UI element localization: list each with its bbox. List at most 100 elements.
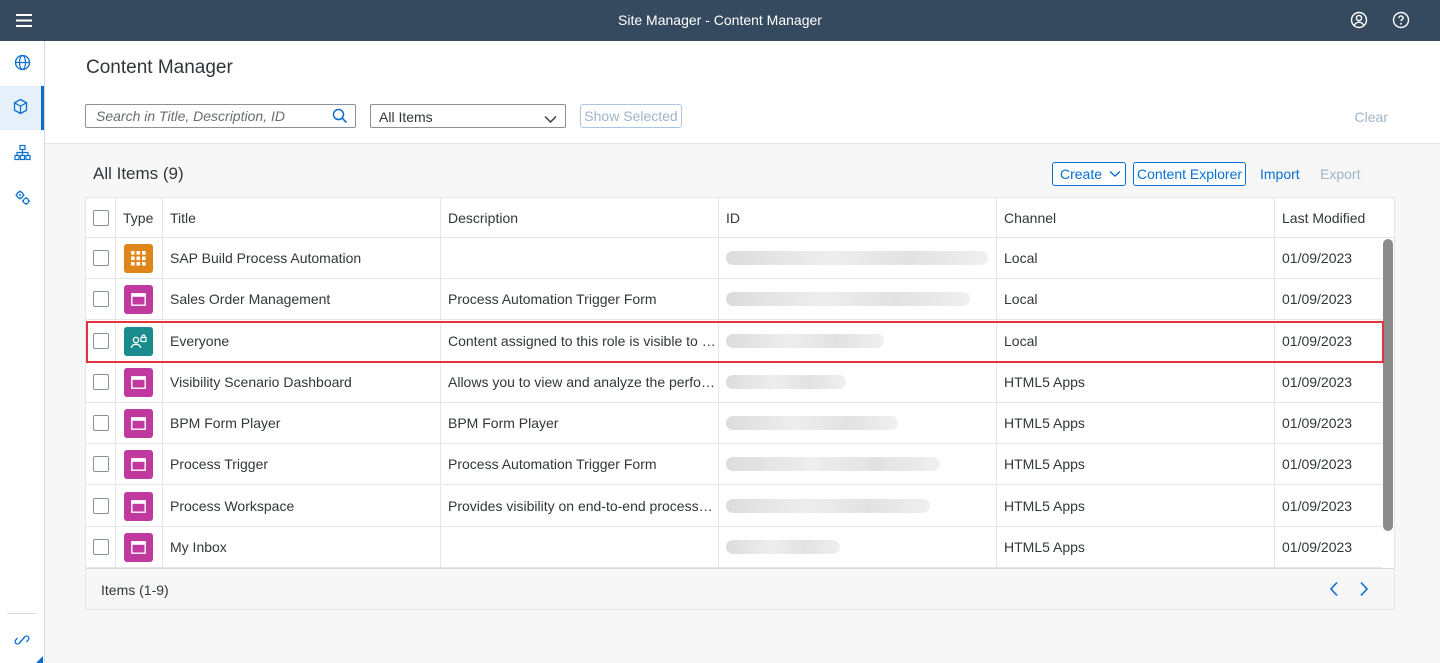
column-header-channel[interactable]: Channel bbox=[997, 198, 1275, 238]
next-page-icon[interactable] bbox=[1355, 580, 1373, 598]
row-id-cell bbox=[719, 403, 997, 444]
column-header-last-modified[interactable]: Last Modified bbox=[1275, 198, 1394, 238]
column-header-description[interactable]: Description bbox=[441, 198, 719, 238]
scrollbar-thumb[interactable] bbox=[1383, 239, 1393, 531]
row-title-cell: Process Workspace bbox=[163, 485, 441, 527]
row-description-cell: Allows you to view and analyze the perfo… bbox=[441, 361, 719, 403]
row-last-modified-cell: 01/09/2023 bbox=[1282, 497, 1353, 514]
row-description-cell: Provides visibility on end-to-end proces… bbox=[441, 485, 719, 527]
row-checkbox[interactable] bbox=[93, 291, 109, 308]
select-all-header bbox=[86, 198, 116, 238]
nav-channel-manager[interactable] bbox=[0, 132, 44, 176]
link-icon bbox=[14, 632, 30, 651]
help-icon[interactable] bbox=[1390, 9, 1412, 31]
row-id-cell bbox=[719, 361, 997, 403]
row-checkbox[interactable] bbox=[93, 538, 109, 555]
app-window-icon bbox=[124, 491, 153, 521]
redacted-id bbox=[726, 292, 970, 307]
chevron-down-icon bbox=[1109, 170, 1121, 178]
import-button[interactable]: Import bbox=[1260, 166, 1300, 182]
row-last-modified-cell: 01/09/2023 bbox=[1282, 456, 1353, 473]
create-button[interactable]: Create bbox=[1052, 162, 1126, 186]
row-checkbox[interactable] bbox=[93, 497, 109, 514]
previous-page-icon[interactable] bbox=[1325, 580, 1343, 598]
nav-settings[interactable] bbox=[0, 177, 44, 221]
table-row[interactable]: Visibility Scenario Dashboard Allows you … bbox=[86, 361, 1382, 403]
row-description-cell: Process Automation Trigger Form bbox=[441, 444, 719, 486]
row-channel-cell: HTML5 Apps bbox=[997, 361, 1275, 403]
content-explorer-button[interactable]: Content Explorer bbox=[1133, 162, 1246, 186]
row-checkbox[interactable] bbox=[93, 415, 109, 431]
row-select-cell bbox=[86, 444, 116, 486]
column-header-type[interactable]: Type bbox=[116, 198, 163, 238]
show-selected-button[interactable]: Show Selected bbox=[580, 104, 682, 128]
row-title-cell: My Inbox bbox=[163, 526, 441, 568]
table-row[interactable]: BPM Form Player BPM Form Player HTML5 Apps… bbox=[86, 403, 1382, 444]
table-title: All Items (9) bbox=[93, 164, 184, 183]
side-navigation bbox=[0, 41, 45, 663]
row-description-cell bbox=[441, 238, 719, 279]
row-checkbox[interactable] bbox=[93, 373, 109, 390]
nav-separator bbox=[7, 613, 37, 614]
row-title-cell: Sales Order Management bbox=[163, 279, 441, 321]
chevron-down-icon[interactable] bbox=[544, 111, 557, 127]
redacted-id bbox=[726, 539, 840, 554]
redacted-id bbox=[726, 498, 930, 513]
row-last-modified-cell: 01/09/2023 bbox=[1282, 538, 1353, 555]
row-description-cell: BPM Form Player bbox=[441, 403, 719, 444]
column-header-id[interactable]: ID bbox=[719, 198, 997, 238]
item-filter-select[interactable]: All Items bbox=[370, 104, 566, 128]
row-checkbox[interactable] bbox=[93, 456, 109, 473]
shell-bar: Site Manager - Content Manager bbox=[0, 0, 1440, 41]
table-row[interactable]: Process Trigger Process Automation Trigge… bbox=[86, 444, 1382, 486]
redacted-id bbox=[726, 416, 898, 430]
table-row[interactable]: Process Workspace Provides visibility on … bbox=[86, 485, 1382, 527]
globe-icon bbox=[14, 54, 31, 74]
nav-sites[interactable] bbox=[0, 42, 44, 86]
user-profile-icon[interactable] bbox=[1348, 9, 1370, 31]
content-table: Type Title Description ID Channel Last M… bbox=[85, 197, 1395, 610]
row-select-cell bbox=[86, 403, 116, 444]
row-last-modified-cell: 01/09/2023 bbox=[1282, 250, 1353, 266]
row-checkbox[interactable] bbox=[93, 250, 109, 266]
row-channel-cell: HTML5 Apps bbox=[997, 526, 1275, 568]
row-channel-cell: HTML5 Apps bbox=[997, 444, 1275, 486]
table-row[interactable]: Sales Order Management Process Automation… bbox=[86, 279, 1382, 321]
create-label: Create bbox=[1060, 166, 1103, 182]
select-all-checkbox[interactable] bbox=[93, 210, 109, 226]
table-row[interactable]: SAP Build Process Automation Local 01/09/2… bbox=[86, 238, 1382, 279]
item-filter-value: All Items bbox=[379, 109, 433, 125]
row-channel-cell: HTML5 Apps bbox=[997, 403, 1275, 444]
search-field[interactable] bbox=[85, 104, 356, 128]
row-channel-cell: HTML5 Apps bbox=[997, 485, 1275, 527]
launchpad-icon bbox=[124, 244, 153, 273]
row-highlight-box bbox=[86, 321, 1384, 363]
row-select-cell bbox=[86, 526, 116, 568]
search-input[interactable] bbox=[96, 108, 326, 124]
row-select-cell bbox=[86, 485, 116, 527]
hierarchy-icon bbox=[13, 144, 31, 164]
cube-icon bbox=[12, 98, 29, 118]
redacted-id bbox=[726, 457, 940, 472]
row-title-cell: BPM Form Player bbox=[163, 403, 441, 444]
shell-title: Site Manager - Content Manager bbox=[618, 12, 822, 28]
row-description-cell: Process Automation Trigger Form bbox=[441, 279, 719, 321]
row-id-cell bbox=[719, 279, 997, 321]
row-select-cell bbox=[86, 361, 116, 403]
nav-content-manager[interactable] bbox=[0, 86, 44, 130]
row-channel-cell: Local bbox=[997, 238, 1275, 279]
app-window-icon bbox=[124, 409, 153, 438]
table-row[interactable]: My Inbox HTML5 Apps 01/09/2023 bbox=[86, 526, 1382, 568]
search-icon[interactable] bbox=[332, 108, 348, 127]
row-last-modified-cell: 01/09/2023 bbox=[1282, 373, 1353, 390]
redacted-id bbox=[726, 374, 846, 389]
app-window-icon bbox=[124, 450, 153, 480]
row-title-cell: SAP Build Process Automation bbox=[163, 238, 441, 279]
column-header-title[interactable]: Title bbox=[163, 198, 441, 238]
gears-icon bbox=[14, 189, 31, 209]
row-channel-cell: Local bbox=[997, 279, 1275, 321]
export-button[interactable]: Export bbox=[1320, 166, 1360, 182]
redacted-id bbox=[726, 251, 988, 265]
clear-button[interactable]: Clear bbox=[1355, 109, 1388, 125]
row-last-modified-cell: 01/09/2023 bbox=[1282, 415, 1353, 431]
